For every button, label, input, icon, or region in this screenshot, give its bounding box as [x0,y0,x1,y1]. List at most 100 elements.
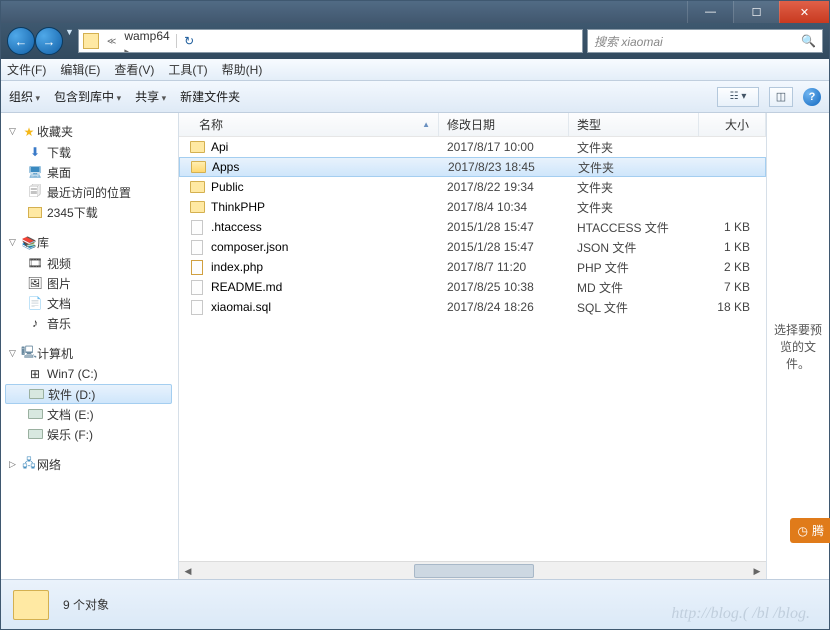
new-folder-button[interactable]: 新建文件夹 [180,88,240,105]
table-row[interactable]: Api 2017/8/17 10:00文件夹 [179,137,766,157]
badge-icon: ◷ [798,524,808,538]
column-headers: 名称 ▲ 修改日期 类型 大小 [179,113,766,137]
star-icon: ★ [21,124,37,140]
sidebar-item[interactable]: 娱乐 (F:) [5,424,178,444]
refresh-button[interactable]: ↻ [176,34,202,48]
column-type[interactable]: 类型 [569,113,699,136]
close-button[interactable]: ✕ [779,1,829,23]
download-icon: ⬇ [27,144,43,160]
file-date: 2017/8/17 10:00 [439,140,569,154]
minimize-button[interactable]: — [687,1,733,23]
sidebar-head-network[interactable]: ▷ 🖧 网络 [5,454,178,475]
include-library-button[interactable]: 包含到库中 [54,88,121,105]
drive-icon [27,426,43,442]
file-size: 18 KB [699,300,766,314]
column-name[interactable]: 名称 ▲ [179,113,439,136]
menu-view[interactable]: 查看(V) [114,61,154,78]
folder-icon [189,139,205,155]
share-button[interactable]: 共享 [135,88,166,105]
table-row[interactable]: .htaccess2015/1/28 15:47HTACCESS 文件1 KB [179,217,766,237]
file-type: 文件夹 [569,139,699,156]
sidebar-item[interactable]: 📄文档 [5,293,178,313]
menu-file[interactable]: 文件(F) [7,61,46,78]
file-type: SQL 文件 [569,299,699,316]
document-icon: 📄 [27,295,43,311]
forward-button[interactable]: → [35,27,63,55]
sidebar-item-label: 软件 (D:) [48,386,95,403]
organize-button[interactable]: 组织 [9,88,40,105]
view-mode-button[interactable]: ☷ ▾ [717,87,759,107]
menu-help[interactable]: 帮助(H) [222,61,263,78]
file-type: 文件夹 [570,159,700,176]
column-size[interactable]: 大小 [699,113,766,136]
folder-icon [13,590,49,620]
file-date: 2017/8/4 10:34 [439,200,569,214]
php-file-icon [189,259,205,275]
sidebar-item[interactable]: 🖥桌面 [5,162,178,182]
sidebar-head-computer[interactable]: ▽🖳计算机 [5,343,178,364]
maximize-button[interactable]: ☐ [733,1,779,23]
search-input[interactable]: 搜索 xiaomai 🔍 [587,29,823,53]
file-date: 2017/8/7 11:20 [439,260,569,274]
floating-badge[interactable]: ◷ 腾 [790,518,830,543]
file-type: JSON 文件 [569,239,699,256]
preview-pane-button[interactable]: ◫ [769,87,793,107]
table-row[interactable]: README.md2017/8/25 10:38MD 文件7 KB [179,277,766,297]
file-name: README.md [211,280,282,294]
sidebar-item[interactable]: 文档 (E:) [5,404,178,424]
file-name: Api [211,140,228,154]
scroll-left-icon[interactable]: ◀ [179,562,197,580]
sidebar-item[interactable]: ♪音乐 [5,313,178,333]
sidebar-item[interactable]: 🎞视频 [5,253,178,273]
drive-icon [28,386,44,402]
sidebar-item[interactable]: 软件 (D:) [5,384,172,404]
explorer-window: — ☐ ✕ ← → ▼ ≪ 软件 (D:)▸Wamp▸wamp64▸www▸xi… [0,0,830,630]
folder-icon [27,204,43,220]
sidebar-item-label: 音乐 [47,315,71,332]
help-icon[interactable]: ? [803,88,821,106]
file-icon [189,299,205,315]
search-icon[interactable]: 🔍 [801,34,816,48]
sidebar-item-label: 文档 (E:) [47,406,94,423]
table-row[interactable]: composer.json2015/1/28 15:47JSON 文件1 KB [179,237,766,257]
scroll-thumb[interactable] [414,564,534,578]
horizontal-scrollbar[interactable]: ◀ ▶ [179,561,766,579]
sidebar-item[interactable]: 🗐最近访问的位置 [5,182,178,202]
chevron-right-icon[interactable]: ▸ [120,46,133,54]
sidebar-head-favorites[interactable]: ▽★收藏夹 [5,121,178,142]
address-bar[interactable]: ≪ 软件 (D:)▸Wamp▸wamp64▸www▸xiaomai▸ ↻ [78,29,583,53]
sidebar-item[interactable]: ⬇下载 [5,142,178,162]
library-icon: 📚 [21,235,37,251]
table-row[interactable]: Public2017/8/22 19:34文件夹 [179,177,766,197]
sidebar-item-label: Win7 (C:) [47,367,98,381]
sidebar-head-libraries[interactable]: ▽📚库 [5,232,178,253]
menubar: 文件(F) 编辑(E) 查看(V) 工具(T) 帮助(H) [1,59,829,81]
menu-edit[interactable]: 编辑(E) [60,61,100,78]
table-row[interactable]: Apps2017/8/23 18:45文件夹 [179,157,766,177]
table-row[interactable]: xiaomai.sql2017/8/24 18:26SQL 文件18 KB [179,297,766,317]
sidebar-label: 网络 [37,456,61,473]
back-button[interactable]: ← [7,27,35,55]
file-name: Public [211,180,244,194]
sidebar-item[interactable]: 🖼图片 [5,273,178,293]
folder-open-icon [190,159,206,175]
breadcrumb: 软件 (D:)▸Wamp▸wamp64▸www▸xiaomai▸ [120,29,175,53]
navbar: ← → ▼ ≪ 软件 (D:)▸Wamp▸wamp64▸www▸xiaomai▸… [1,23,829,59]
table-row[interactable]: ThinkPHP2017/8/4 10:34文件夹 [179,197,766,217]
sidebar-item[interactable]: 2345下载 [5,202,178,222]
table-row[interactable]: index.php2017/8/7 11:20PHP 文件2 KB [179,257,766,277]
file-icon [189,219,205,235]
file-size: 2 KB [699,260,766,274]
file-date: 2017/8/23 18:45 [440,160,570,174]
sidebar-item[interactable]: ⊞Win7 (C:) [5,364,178,384]
column-date[interactable]: 修改日期 [439,113,569,136]
file-name: ThinkPHP [211,200,265,214]
menu-tools[interactable]: 工具(T) [168,61,207,78]
sidebar-label: 收藏夹 [37,123,73,140]
file-date: 2017/8/25 10:38 [439,280,569,294]
scroll-right-icon[interactable]: ▶ [748,562,766,580]
breadcrumb-segment[interactable]: wamp64 [120,29,175,43]
chevron-right-icon[interactable]: ≪ [103,36,120,47]
history-dropdown-icon[interactable]: ▼ [65,27,74,55]
file-type: 文件夹 [569,179,699,196]
